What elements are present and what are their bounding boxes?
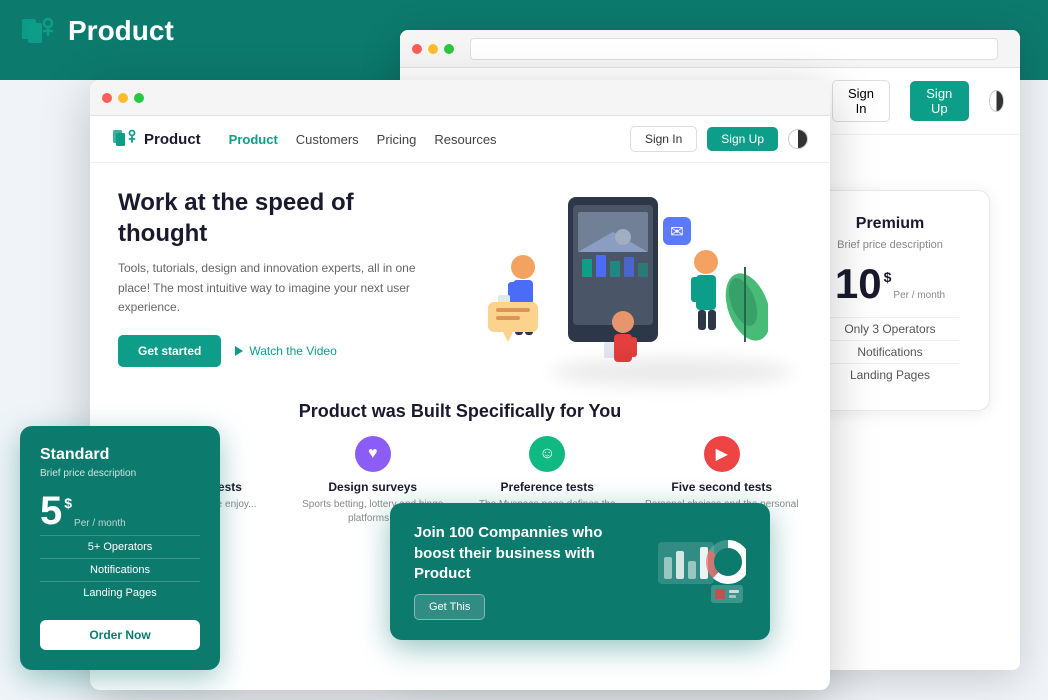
standard-period: Per / month: [74, 518, 126, 529]
page-wrapper: Product Product Product: [0, 0, 1048, 700]
hero-section: Work at the speed of thought Tools, tuto…: [90, 163, 830, 387]
front-nav-resources[interactable]: Resources: [434, 132, 496, 147]
section-title: Product was Built Specifically for You: [118, 401, 802, 422]
back-url-bar[interactable]: [470, 38, 998, 60]
premium-features: Only 3 Operators Notifications Landing P…: [821, 317, 959, 386]
feature-title-1: Design surveys: [293, 480, 454, 494]
front-signin-button[interactable]: Sign In: [630, 126, 697, 152]
front-logo: Product: [112, 128, 201, 150]
get-started-button[interactable]: Get started: [118, 335, 221, 367]
watch-video-link[interactable]: Watch the Video: [235, 344, 336, 358]
feature-icon-symbol-1: ♥: [368, 445, 378, 463]
front-logo-icon: [112, 128, 138, 150]
standard-amount: 5: [40, 491, 62, 531]
promo-text: Join 100 Compannies who boost their busi…: [414, 523, 640, 620]
front-nav: Product Product Customers Pricing Resour…: [90, 116, 830, 163]
front-dot-maximize[interactable]: [134, 93, 144, 103]
back-browser-chrome: [400, 30, 1020, 68]
hero-subtitle: Tools, tutorials, design and innovation …: [118, 259, 438, 317]
feature-title-3: Five second tests: [642, 480, 803, 494]
standard-features: 5+ Operators Notifications Landing Pages: [40, 535, 200, 604]
standard-feature-1: 5+ Operators: [40, 535, 200, 558]
back-theme-toggle[interactable]: [989, 90, 1005, 112]
feature-icon-symbol-2: ☺: [539, 445, 555, 463]
front-signup-button[interactable]: Sign Up: [707, 127, 778, 151]
svg-text:✉: ✉: [670, 224, 683, 241]
watch-video-label: Watch the Video: [249, 344, 336, 358]
premium-plan-desc: Brief price description: [821, 239, 959, 251]
hero-illustration-area: ✉: [458, 187, 802, 387]
feature-icon-3: ▶: [704, 436, 740, 472]
back-dot-maximize[interactable]: [444, 44, 454, 54]
premium-currency: $: [884, 269, 892, 285]
premium-amount: 10: [835, 263, 882, 305]
front-browser-chrome: [90, 80, 830, 116]
front-nav-pricing[interactable]: Pricing: [377, 132, 417, 147]
feature-icon-1: ♥: [355, 436, 391, 472]
standard-title: Standard: [40, 446, 200, 464]
hero-buttons: Get started Watch the Video: [118, 335, 438, 367]
standard-card: Standard Brief price description 5 $ Per…: [20, 426, 220, 670]
front-nav-links: Product Customers Pricing Resources: [229, 132, 497, 147]
feature-title-2: Preference tests: [467, 480, 628, 494]
premium-plan-price: 10 $ Per / month: [821, 263, 959, 305]
front-dot-close[interactable]: [102, 93, 112, 103]
back-signup-button[interactable]: Sign Up: [910, 81, 969, 121]
promo-title: Join 100 Compannies who boost their busi…: [414, 523, 640, 584]
front-nav-customers[interactable]: Customers: [296, 132, 359, 147]
front-theme-toggle[interactable]: [788, 129, 808, 149]
standard-desc: Brief price description: [40, 468, 200, 479]
standard-feature-3: Landing Pages: [40, 581, 200, 604]
play-icon: [235, 346, 243, 356]
get-this-button[interactable]: Get This: [414, 594, 485, 620]
hero-left: Work at the speed of thought Tools, tuto…: [118, 187, 438, 387]
promo-image: [656, 537, 746, 607]
premium-feature-2: Notifications: [821, 340, 959, 363]
back-signin-button[interactable]: Sign In: [832, 80, 889, 122]
promo-card: Join 100 Compannies who boost their busi…: [390, 503, 770, 640]
top-brand-name: Product: [68, 15, 174, 47]
standard-feature-2: Notifications: [40, 558, 200, 581]
top-logo-icon: [20, 15, 58, 47]
feature-icon-2: ☺: [529, 436, 565, 472]
top-logo: Product: [20, 15, 174, 47]
back-dot-minimize[interactable]: [428, 44, 438, 54]
premium-feature-3: Landing Pages: [821, 363, 959, 386]
back-dot-close[interactable]: [412, 44, 422, 54]
hero-shadow: [552, 357, 792, 387]
front-nav-product[interactable]: Product: [229, 132, 278, 147]
premium-period: Per / month: [893, 290, 945, 301]
hero-title: Work at the speed of thought: [118, 187, 438, 249]
front-logo-text: Product: [144, 131, 201, 148]
front-dot-minimize[interactable]: [118, 93, 128, 103]
feature-icon-symbol-3: ▶: [716, 444, 728, 464]
order-now-button[interactable]: Order Now: [40, 620, 200, 650]
standard-price: 5 $ Per / month: [40, 491, 200, 531]
premium-plan-name: Premium: [821, 215, 959, 233]
front-nav-right: Sign In Sign Up: [630, 126, 808, 152]
standard-currency: $: [64, 495, 72, 511]
promo-chart-svg: [656, 537, 746, 607]
premium-feature-1: Only 3 Operators: [821, 317, 959, 340]
